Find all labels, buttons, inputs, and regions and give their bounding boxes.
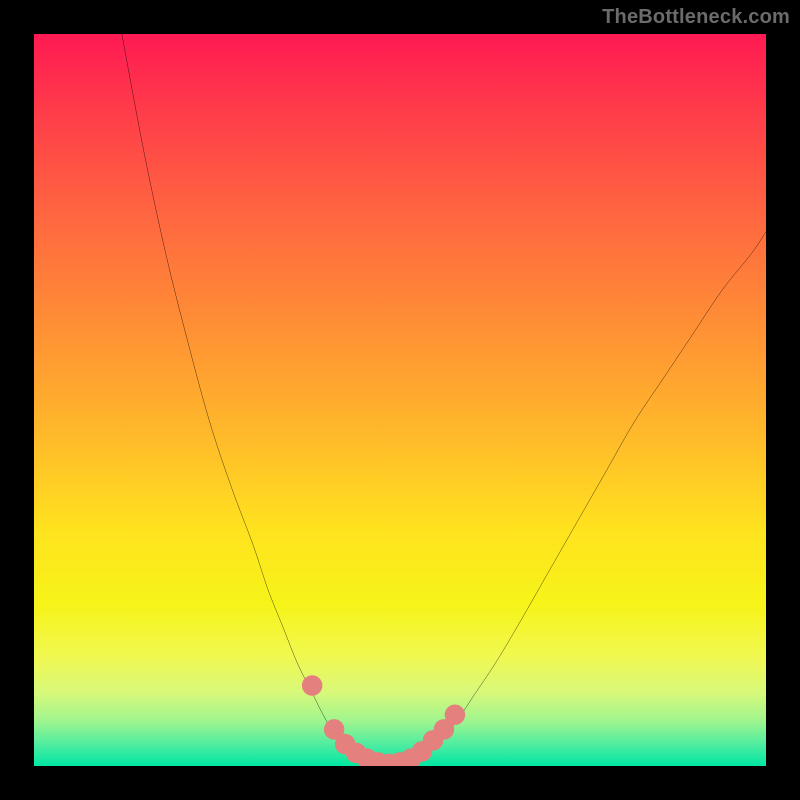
marker-dot — [445, 705, 465, 725]
watermark-text: TheBottleneck.com — [602, 6, 790, 29]
plot-area — [34, 34, 766, 766]
chart-frame: TheBottleneck.com — [0, 0, 800, 800]
curve-line — [122, 34, 766, 765]
chart-svg — [34, 34, 766, 766]
marker-dot — [302, 675, 322, 695]
